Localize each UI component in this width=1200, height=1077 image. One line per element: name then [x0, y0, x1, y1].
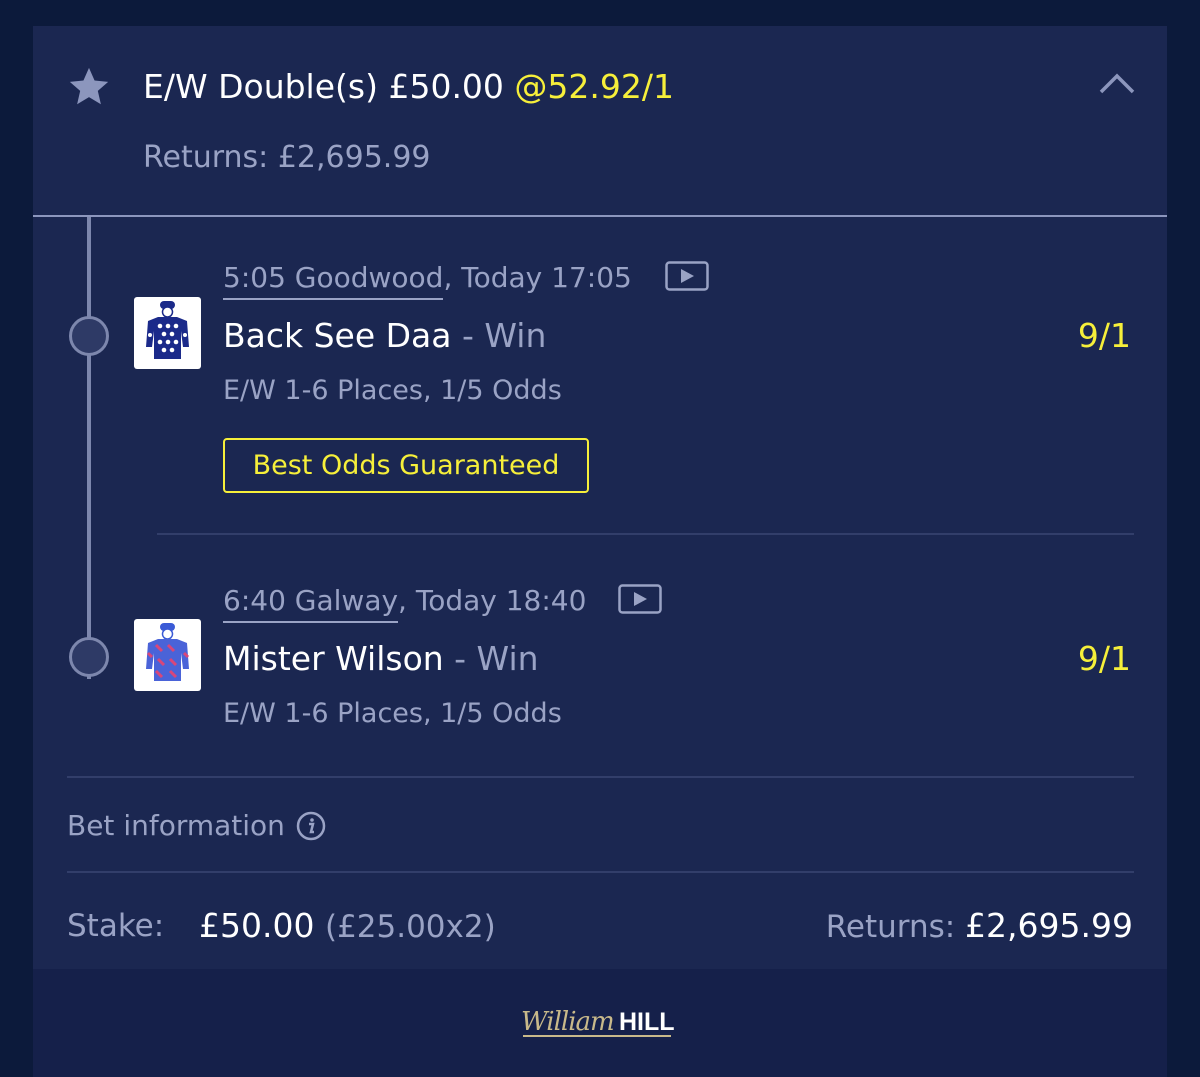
each-way-terms: E/W 1-6 Places, 1/5 Odds	[223, 375, 562, 406]
jockey-silk-icon	[134, 297, 201, 369]
section-divider	[67, 871, 1134, 873]
selection-price: 9/1	[1077, 316, 1131, 355]
selection-name: Back See Daa - Win	[223, 314, 546, 358]
best-odds-guaranteed-badge: Best Odds Guaranteed	[223, 438, 589, 493]
race-time: , Today 18:40	[398, 584, 587, 617]
selection-price: 9/1	[1077, 639, 1131, 678]
market-name: - Win	[451, 316, 547, 355]
stake-label: Stake:	[67, 908, 165, 944]
info-icon[interactable]	[296, 811, 326, 841]
header-divider	[33, 215, 1167, 217]
bet-title: E/W Double(s) £50.00 @52.92/1	[143, 64, 674, 110]
william-hill-logo: William HILL	[521, 1003, 681, 1041]
bet-header[interactable]: E/W Double(s) £50.00 @52.92/1 Returns: £…	[33, 26, 1167, 216]
logo-underline	[523, 1035, 671, 1037]
play-video-icon[interactable]	[618, 584, 662, 614]
bet-type-stake: E/W Double(s) £50.00	[143, 67, 515, 106]
bet-card: E/W Double(s) £50.00 @52.92/1 Returns: £…	[33, 26, 1167, 1077]
returns-label: Returns:	[825, 909, 966, 945]
race-info: 5:05 Goodwood, Today 17:05	[223, 258, 632, 300]
stake-amount: £50.00 (£25.00x2)	[199, 904, 496, 949]
footer: William HILL	[33, 969, 1167, 1077]
total-returns: Returns: £2,695.99	[826, 904, 1133, 949]
race-link[interactable]: 5:05 Goodwood	[223, 261, 444, 300]
horse-name: Mister Wilson	[223, 639, 444, 678]
market-name: - Win	[443, 639, 539, 678]
bet-information-link[interactable]: Bet information	[67, 806, 285, 846]
selection-divider	[157, 533, 1134, 535]
play-video-icon[interactable]	[665, 261, 709, 291]
selection-name: Mister Wilson - Win	[223, 637, 539, 681]
chevron-up-icon[interactable]	[1099, 72, 1135, 94]
stake-total: £50.00	[199, 906, 315, 945]
each-way-terms: E/W 1-6 Places, 1/5 Odds	[223, 698, 562, 729]
race-info: 6:40 Galway, Today 18:40	[223, 581, 587, 623]
race-time: , Today 17:05	[443, 261, 632, 294]
jockey-silk-icon	[134, 619, 201, 691]
bet-odds: @52.92/1	[514, 67, 675, 106]
horse-name: Back See Daa	[223, 316, 452, 355]
timeline-node	[69, 637, 109, 677]
stake-split: (£25.00x2)	[324, 909, 496, 945]
star-icon[interactable]	[66, 64, 112, 110]
stake-row: Stake: £50.00 (£25.00x2) Returns: £2,695…	[67, 904, 1133, 948]
returns-amount: £2,695.99	[965, 906, 1133, 945]
potential-returns: Returns: £2,695.99	[143, 140, 431, 175]
selection-timeline	[87, 217, 91, 679]
section-divider	[67, 776, 1134, 778]
race-link[interactable]: 6:40 Galway	[223, 584, 399, 623]
timeline-node	[69, 316, 109, 356]
